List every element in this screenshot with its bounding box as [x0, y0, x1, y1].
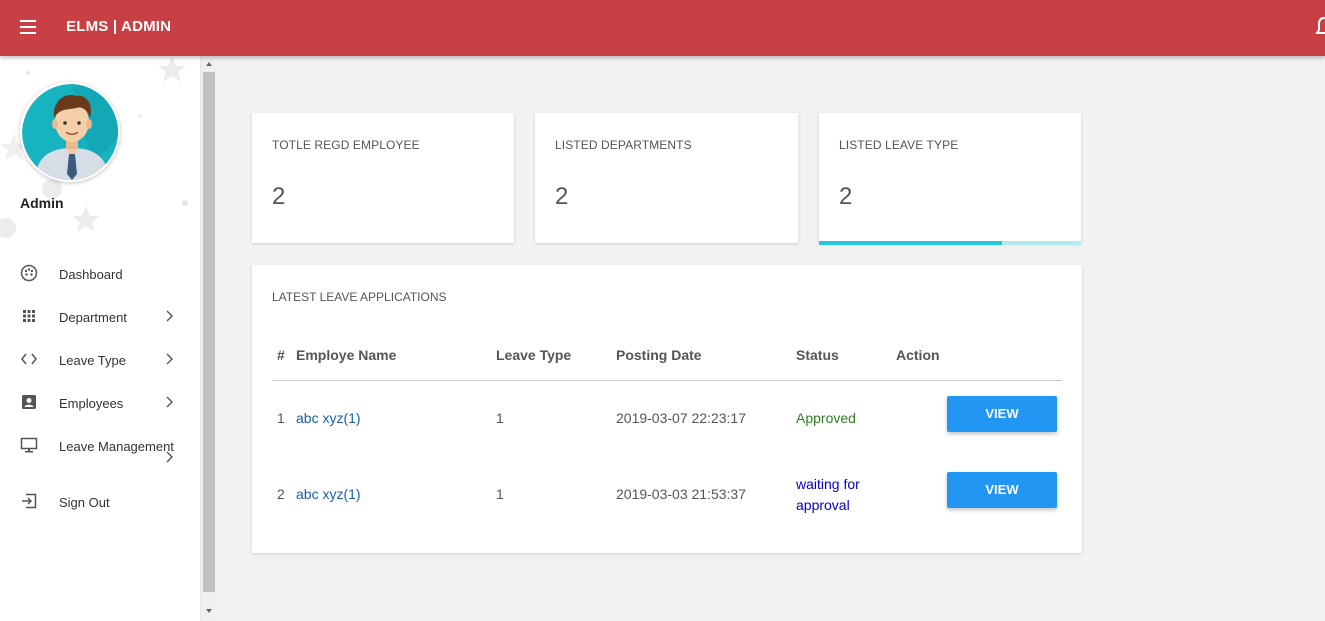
sidebar-item-label: Leave Management [59, 439, 174, 454]
column-header: Action [896, 347, 940, 363]
sidebar-item-leave-management[interactable]: Leave Management [0, 424, 200, 480]
status-badge: waiting for approval [796, 476, 860, 513]
chevron-right-icon [166, 353, 173, 365]
desktop-icon [20, 437, 38, 453]
column-header: # [277, 347, 285, 363]
profile-name: Admin [20, 195, 64, 211]
sidebar-item-label: Sign Out [59, 495, 110, 510]
posting-date-cell: 2019-03-03 21:53:37 [616, 486, 746, 502]
table-header: # Employe Name Leave Type Posting Date S… [272, 340, 1062, 381]
column-header: Employe Name [296, 347, 397, 363]
stat-title: TOTLE REGD EMPLOYEE [272, 138, 420, 152]
scroll-up-icon[interactable] [205, 60, 213, 68]
employee-name-link[interactable]: abc xyz(1) [296, 410, 361, 426]
grid-icon [23, 310, 35, 322]
table-row: 2 abc xyz(1) 1 2019-03-03 21:53:37 waiti… [272, 457, 1062, 533]
sidebar-item-label: Department [59, 310, 127, 325]
stat-card-departments: LISTED DEPARTMENTS 2 [535, 113, 798, 243]
stat-title: LISTED DEPARTMENTS [555, 138, 692, 152]
sidebar-item-sign-out[interactable]: Sign Out [0, 480, 200, 523]
chevron-right-icon [166, 396, 173, 408]
stat-card-leave-types: LISTED LEAVE TYPE 2 [819, 113, 1081, 245]
leave-type-cell: 1 [496, 410, 504, 426]
view-button[interactable]: VIEW [947, 472, 1057, 508]
sidebar-item-label: Dashboard [59, 267, 123, 282]
bell-icon[interactable] [1314, 15, 1325, 39]
sidebar: Admin Dashboard Department Leave Type Em… [0, 56, 200, 621]
row-number: 1 [277, 410, 285, 426]
sidebar-menu: Dashboard Department Leave Type Employee… [0, 252, 200, 523]
stat-title: LISTED LEAVE TYPE [839, 138, 959, 152]
sidebar-item-employees[interactable]: Employees [0, 381, 200, 424]
sidebar-scrollbar[interactable] [200, 56, 216, 621]
brand-title[interactable]: ELMS | ADMIN [66, 18, 171, 35]
row-number: 2 [277, 486, 285, 502]
chevron-right-icon [166, 451, 173, 463]
logout-icon [22, 493, 37, 509]
table-row: 1 abc xyz(1) 1 2019-03-07 22:23:17 Appro… [272, 381, 1062, 457]
column-header: Status [796, 347, 839, 363]
sidebar-item-label: Employees [59, 396, 124, 411]
view-button[interactable]: VIEW [947, 396, 1057, 432]
progress-fill [819, 241, 1003, 245]
leave-type-cell: 1 [496, 486, 504, 502]
column-header: Posting Date [616, 347, 702, 363]
stat-value: 2 [272, 183, 286, 210]
progress-bar [819, 241, 1081, 245]
status-badge: Approved [796, 410, 856, 426]
sidebar-item-dashboard[interactable]: Dashboard [0, 252, 200, 295]
sidebar-item-department[interactable]: Department [0, 295, 200, 338]
sidebar-item-leave-type[interactable]: Leave Type [0, 338, 200, 381]
account-box-icon [22, 395, 36, 409]
latest-leave-applications-panel: LATEST LEAVE APPLICATIONS # Employe Name… [252, 265, 1082, 553]
scroll-thumb[interactable] [203, 72, 215, 592]
sidebar-item-label: Leave Type [59, 353, 126, 368]
avatar [20, 82, 120, 182]
panel-title: LATEST LEAVE APPLICATIONS [272, 290, 447, 304]
scroll-down-icon[interactable] [205, 607, 213, 615]
posting-date-cell: 2019-03-07 22:23:17 [616, 410, 746, 426]
dashboard-icon [20, 264, 38, 282]
stat-value: 2 [555, 183, 569, 210]
employee-name-link[interactable]: abc xyz(1) [296, 486, 361, 502]
column-header: Leave Type [496, 347, 572, 363]
chevron-right-icon [166, 310, 173, 322]
code-icon [21, 353, 37, 365]
hamburger-icon[interactable] [20, 20, 36, 34]
top-app-bar: ELMS | ADMIN [0, 0, 1325, 56]
stat-card-employees: TOTLE REGD EMPLOYEE 2 [252, 113, 514, 243]
stat-value: 2 [839, 183, 853, 210]
